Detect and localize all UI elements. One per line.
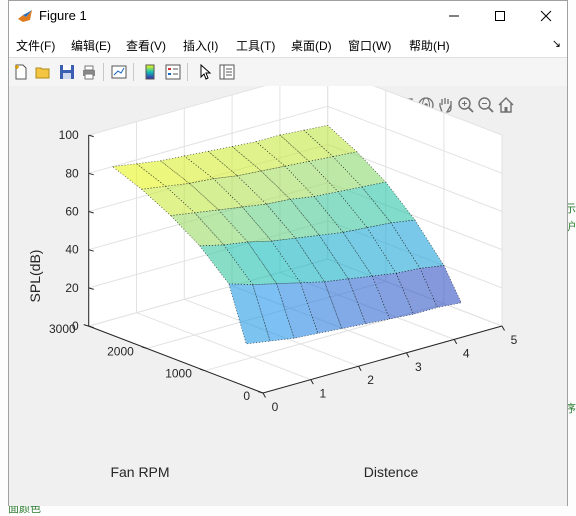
new-figure-icon (15, 64, 27, 80)
z-tick-label: 80 (65, 166, 79, 180)
toolbar-separator (187, 63, 188, 81)
maximize-button[interactable] (477, 1, 523, 31)
menu-file[interactable]: 文件(F) (16, 37, 55, 54)
legend-icon (165, 64, 181, 80)
print-icon (83, 65, 95, 80)
y-tick-label: 2000 (107, 344, 134, 358)
menu-insert[interactable]: 插入(I) (183, 37, 218, 54)
x-tick-mark (405, 352, 410, 358)
z-tick-label: 60 (65, 205, 79, 219)
close-icon (540, 10, 552, 22)
figure-canvas: 0 1 2 3 4 5 0 1000 2000 3000 0 20 40 60 80 100 Distence F… (9, 86, 567, 506)
z-tick-label: 0 (72, 319, 79, 333)
window-title: Figure 1 (39, 8, 87, 23)
open-file-button[interactable] (33, 62, 53, 82)
z-tick-label: 20 (65, 281, 79, 295)
x-tick-label: 4 (463, 346, 470, 360)
x-tick-mark (262, 392, 266, 398)
x-axis-label: Distence (364, 464, 419, 480)
close-button[interactable] (523, 1, 569, 31)
new-figure-button[interactable] (11, 62, 31, 82)
x-tick-label: 2 (367, 373, 374, 387)
toolbar-separator (103, 63, 104, 81)
print-button[interactable] (79, 62, 99, 82)
minimize-icon (449, 15, 459, 17)
x-tick-mark (310, 379, 314, 385)
z-tick-label: 40 (65, 243, 79, 257)
y-tick-mark (83, 324, 89, 327)
save-icon (60, 65, 74, 79)
y-tick-label: 0 (243, 389, 250, 403)
menu-desktop[interactable]: 桌面(D) (291, 37, 332, 54)
figure-window: Figure 1 文件(F) 编辑(E) 查看(V) 插入(I) 工具(T) 桌… (8, 0, 568, 506)
x-tick-mark (358, 365, 362, 371)
property-inspector-icon (219, 64, 235, 80)
z-tick-label: 100 (59, 128, 79, 142)
x-tick-mark (453, 339, 458, 345)
legend-button[interactable] (163, 62, 183, 82)
x-tick-label: 5 (511, 333, 518, 347)
menu-edit[interactable]: 编辑(E) (71, 37, 111, 54)
colorbar-icon (145, 64, 155, 80)
x-tick-mark (501, 325, 505, 331)
maximize-icon (495, 11, 505, 21)
edit-plot-button[interactable] (195, 62, 215, 82)
link-plot-icon (111, 65, 127, 79)
x-tick-label: 0 (272, 400, 279, 414)
title-bar[interactable]: Figure 1 (9, 1, 567, 31)
menu-bar: 文件(F) 编辑(E) 查看(V) 插入(I) 工具(T) 桌面(D) 窗口(W… (9, 33, 567, 55)
toolbar-separator (133, 63, 134, 81)
z-axis-label: SPL(dB) (27, 250, 43, 303)
figure-toolbar (9, 57, 567, 87)
minimize-button[interactable] (431, 1, 477, 31)
colorbar-button[interactable] (140, 62, 160, 82)
open-file-icon (35, 67, 50, 79)
link-plot-button[interactable] (109, 62, 129, 82)
menu-tools[interactable]: 工具(T) (236, 37, 275, 54)
x-tick-label: 1 (319, 387, 326, 401)
surface-plot[interactable]: 0123450100020003000020406080100DistenceF… (9, 86, 567, 506)
x-tick-label: 3 (415, 360, 422, 374)
menu-window[interactable]: 窗口(W) (348, 37, 391, 54)
toolbar-toggle-arrow-icon[interactable]: ↘ (552, 37, 561, 50)
menu-view[interactable]: 查看(V) (126, 37, 166, 54)
edit-plot-arrow-icon (200, 64, 212, 80)
y-axis-label: Fan RPM (110, 464, 169, 480)
matlab-icon (17, 8, 33, 24)
menu-help[interactable]: 帮助(H) (409, 37, 450, 54)
property-inspector-button[interactable] (217, 62, 237, 82)
y-tick-label: 1000 (165, 367, 192, 381)
save-button[interactable] (57, 62, 77, 82)
